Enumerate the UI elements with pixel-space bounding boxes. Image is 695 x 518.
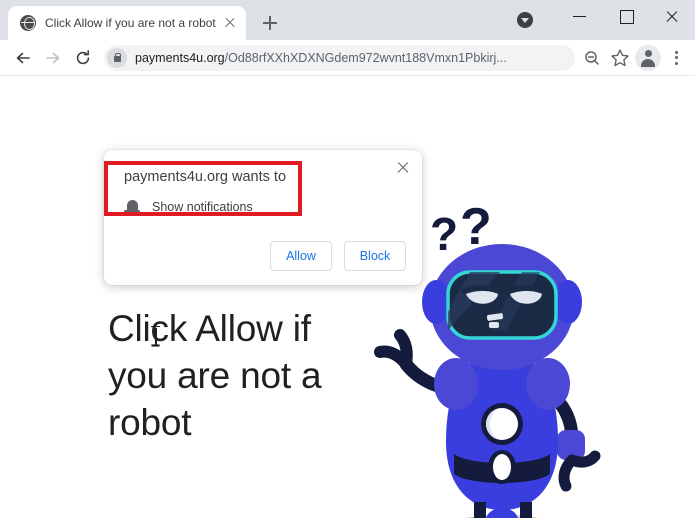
address-bar[interactable]: payments4u.org/Od88rfXXhXDXNGdem972wvnt1… [104, 44, 575, 71]
bell-icon [124, 198, 140, 216]
robot-left-hand-b [394, 329, 413, 370]
svg-text:?: ? [430, 208, 458, 260]
page-viewport: Click Allow if you are not a robot ? ? p… [0, 77, 695, 518]
star-icon[interactable] [607, 45, 633, 71]
robot-right-hand-b [566, 450, 601, 468]
browser-window: Click Allow if you are not a robot payme… [0, 0, 695, 518]
allow-button[interactable]: Allow [270, 241, 332, 271]
zoom-out-icon[interactable] [579, 45, 605, 71]
robot-mouth-lower [489, 322, 499, 328]
permission-label: Show notifications [152, 200, 253, 214]
reload-icon [76, 49, 90, 64]
page-headline: Click Allow if you are not a robot [108, 308, 322, 443]
dialog-title: payments4u.org wants to [124, 169, 287, 185]
window-controls [557, 0, 695, 40]
close-icon[interactable] [393, 158, 413, 178]
robot-left-shoulder [434, 358, 478, 410]
robot-right-shoulder [526, 358, 570, 410]
title-bar: Click Allow if you are not a robot [0, 0, 695, 40]
lock-icon[interactable] [107, 47, 127, 68]
robot-lower-body [486, 508, 518, 518]
globe-icon [20, 15, 36, 31]
minimize-button[interactable] [557, 0, 603, 32]
permission-row: Show notifications [124, 198, 253, 216]
dialog-actions: Allow Block [270, 241, 406, 271]
arrow-right-icon [46, 52, 60, 63]
robot-right-leg [520, 502, 532, 518]
robot-left-ear [422, 280, 450, 324]
back-button[interactable] [8, 43, 38, 73]
browser-toolbar: payments4u.org/Od88rfXXhXDXNGdem972wvnt1… [0, 40, 695, 76]
notification-permission-dialog: payments4u.org wants to Show notificatio… [104, 150, 422, 285]
url-text: payments4u.org/Od88rfXXhXDXNGdem972wvnt1… [135, 51, 575, 65]
reload-button[interactable] [68, 43, 98, 73]
robot-left-leg [474, 502, 486, 518]
account-avatar-icon[interactable] [635, 44, 661, 71]
new-tab-button[interactable] [256, 9, 284, 37]
maximize-button[interactable] [603, 0, 649, 32]
three-dot-menu-icon[interactable] [663, 45, 689, 71]
robot-buckle [493, 454, 511, 480]
close-icon[interactable] [222, 15, 238, 31]
close-window-button[interactable] [649, 0, 695, 32]
arrow-left-icon [16, 52, 30, 63]
url-host: payments4u.org [135, 50, 225, 65]
forward-button[interactable] [38, 43, 68, 73]
url-path: /Od88rfXXhXDXNGdem972wvnt188Vmxn1Pbkirj.… [224, 50, 507, 65]
download-circle-icon[interactable] [517, 12, 533, 28]
robot-right-ear [554, 280, 582, 324]
tab-title: Click Allow if you are not a robot [45, 16, 216, 30]
browser-tab[interactable]: Click Allow if you are not a robot [8, 6, 246, 40]
block-button[interactable]: Block [344, 241, 406, 271]
